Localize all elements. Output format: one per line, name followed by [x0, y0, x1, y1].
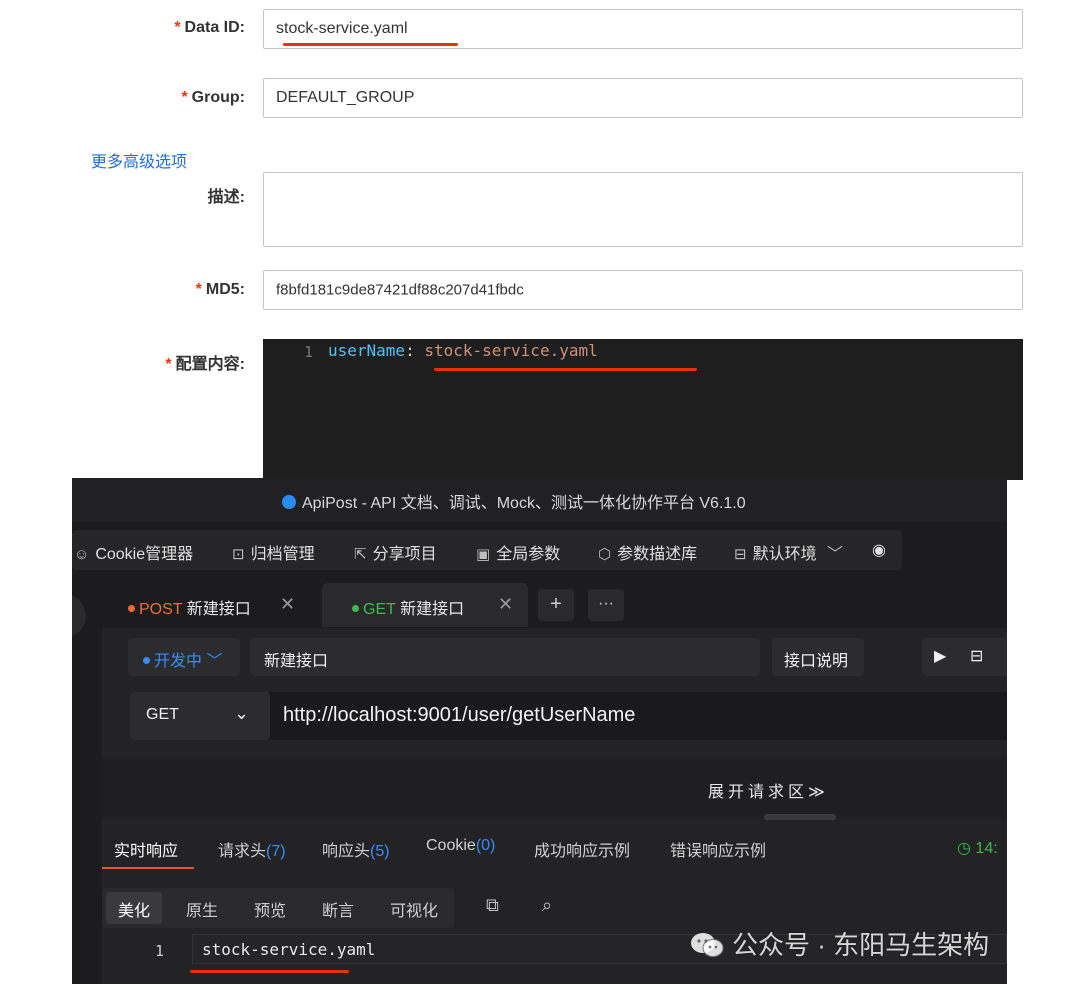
- response-text[interactable]: stock-service.yaml: [202, 940, 375, 959]
- config-content-editor[interactable]: [263, 339, 1023, 480]
- method-select[interactable]: GET ⌄: [130, 692, 270, 740]
- url-input[interactable]: http://localhost:9001/user/getUserName: [283, 704, 635, 727]
- active-tab-indicator: [102, 867, 194, 869]
- response-line-number: 1: [155, 942, 165, 960]
- status-select[interactable]: 开发中 ﹀: [128, 638, 240, 676]
- cookie-icon: ☺: [74, 546, 90, 563]
- view-mode-tabs: 美化 原生 预览 断言 可视化: [102, 888, 454, 928]
- view-raw[interactable]: 原生: [186, 897, 218, 921]
- api-name-input[interactable]: 新建接口: [250, 638, 760, 676]
- copy-icon[interactable]: ⧉: [486, 895, 499, 916]
- global-params-icon: ▣: [476, 546, 491, 563]
- chevron-down-icon: ﹀: [827, 546, 844, 563]
- tab-success-example[interactable]: 成功响应示例: [534, 837, 630, 861]
- md5-label: * MD5:: [195, 281, 245, 298]
- method-dot: [128, 605, 135, 612]
- expand-request-area[interactable]: 展开请求区≫: [102, 758, 1007, 818]
- response-time: ◷ 14:: [957, 840, 998, 857]
- tab-request-headers[interactable]: 请求头(7): [218, 837, 286, 861]
- advanced-options-link[interactable]: 更多高级选项: [91, 148, 187, 172]
- view-assert[interactable]: 断言: [322, 897, 354, 921]
- tab-realtime-response[interactable]: 实时响应: [114, 837, 178, 861]
- archive-button[interactable]: ⊡ 归档管理: [232, 540, 315, 564]
- nacos-config-form: * Data ID: stock-service.yaml * Group: DEF…: [0, 0, 1080, 480]
- run-controls: ▶ ⊟: [922, 638, 1007, 676]
- url-bar: GET ⌄ http://localhost:9001/user/getUser…: [130, 692, 1007, 740]
- api-doc-button[interactable]: 接口说明: [772, 638, 864, 676]
- tab-post-new-api[interactable]: POST 新建接口 ✕: [102, 583, 295, 627]
- content-label: * 配置内容:: [165, 356, 245, 373]
- request-tabs: POST 新建接口 ✕ GET 新建接口 ✕ + ···: [102, 583, 1007, 627]
- window-title: ApiPost - API 文档、调试、Mock、测试一体化协作平台 V6.1.…: [302, 495, 746, 512]
- description-textarea[interactable]: [263, 172, 1023, 247]
- clock-icon: ◷: [957, 840, 971, 857]
- view-beautify[interactable]: 美化: [118, 897, 150, 921]
- view-preview[interactable]: 预览: [254, 897, 286, 921]
- highlight-underline: [190, 970, 349, 973]
- cookie-manager-button[interactable]: ☺ Cookie管理器: [74, 540, 193, 564]
- required-marker: *: [181, 89, 188, 106]
- cube-icon: ⬡: [598, 546, 612, 563]
- tab-get-new-api[interactable]: GET 新建接口 ✕: [322, 583, 528, 627]
- save-doc-icon[interactable]: ⊟: [970, 646, 983, 666]
- share-project-button[interactable]: ⇱ 分享项目: [354, 540, 437, 564]
- required-marker: *: [195, 281, 202, 298]
- eye-icon[interactable]: ◉: [872, 540, 886, 560]
- group-label: * Group:: [181, 89, 245, 106]
- search-icon[interactable]: ⌕: [542, 895, 552, 916]
- add-tab-button[interactable]: +: [538, 589, 574, 621]
- method-dot: [352, 605, 359, 612]
- title-bar: ApiPost - API 文档、调试、Mock、测试一体化协作平台 V6.1.…: [72, 478, 1007, 522]
- data-id-label: * Data ID:: [174, 19, 245, 36]
- param-library-button[interactable]: ⬡ 参数描述库: [598, 540, 697, 564]
- chevron-down-icon: ﹀: [206, 653, 223, 670]
- response-tabs: 实时响应 请求头(7) 响应头(5) Cookie(0) 成功响应示例 错误响应…: [102, 828, 1007, 869]
- environment-icon: ⊟: [734, 546, 747, 563]
- highlight-underline: [434, 368, 697, 371]
- apipost-window: ApiPost - API 文档、调试、Mock、测试一体化协作平台 V6.1.…: [72, 478, 1007, 984]
- archive-icon: ⊡: [232, 546, 245, 563]
- more-tabs-button[interactable]: ···: [588, 589, 624, 621]
- highlight-underline: [283, 43, 458, 46]
- tab-response-headers[interactable]: 响应头(5): [322, 837, 390, 861]
- description-label: 描述:: [207, 189, 245, 206]
- chevron-down-icon: ⌄: [234, 703, 250, 723]
- share-icon: ⇱: [354, 546, 367, 563]
- tab-cookie[interactable]: Cookie(0): [426, 837, 495, 855]
- md5-input[interactable]: f8bfd181c9de87421df88c207d41fbdc: [263, 270, 1023, 310]
- view-visualize[interactable]: 可视化: [390, 897, 438, 921]
- environment-select[interactable]: ⊟ 默认环境 ﹀: [734, 540, 843, 564]
- required-marker: *: [165, 356, 172, 373]
- play-icon[interactable]: ▶: [934, 646, 946, 666]
- tab-error-example[interactable]: 错误响应示例: [670, 837, 766, 861]
- top-toolbar: ☺ Cookie管理器 ⊡ 归档管理 ⇱ 分享项目 ▣ 全局参数 ⬡ 参数描述库 ⊟ 默认环…: [72, 530, 902, 570]
- sidebar-toggle-button[interactable]: [72, 594, 86, 638]
- apipost-logo-icon: [282, 495, 296, 509]
- group-input[interactable]: DEFAULT_GROUP: [263, 78, 1023, 118]
- double-chevron-down-icon: ≫: [808, 784, 829, 801]
- watermark: 公众号 · 东阳马生架构: [690, 925, 989, 962]
- editor-line-number: 1: [304, 343, 314, 361]
- resize-handle[interactable]: [764, 814, 836, 820]
- required-marker: *: [174, 19, 181, 36]
- status-dot: [143, 657, 150, 664]
- editor-code-line[interactable]: userName: stock-service.yaml: [328, 341, 598, 360]
- wechat-icon: [691, 933, 724, 957]
- close-icon[interactable]: ✕: [498, 594, 513, 615]
- close-icon[interactable]: ✕: [280, 594, 295, 615]
- global-params-button[interactable]: ▣ 全局参数: [476, 540, 560, 564]
